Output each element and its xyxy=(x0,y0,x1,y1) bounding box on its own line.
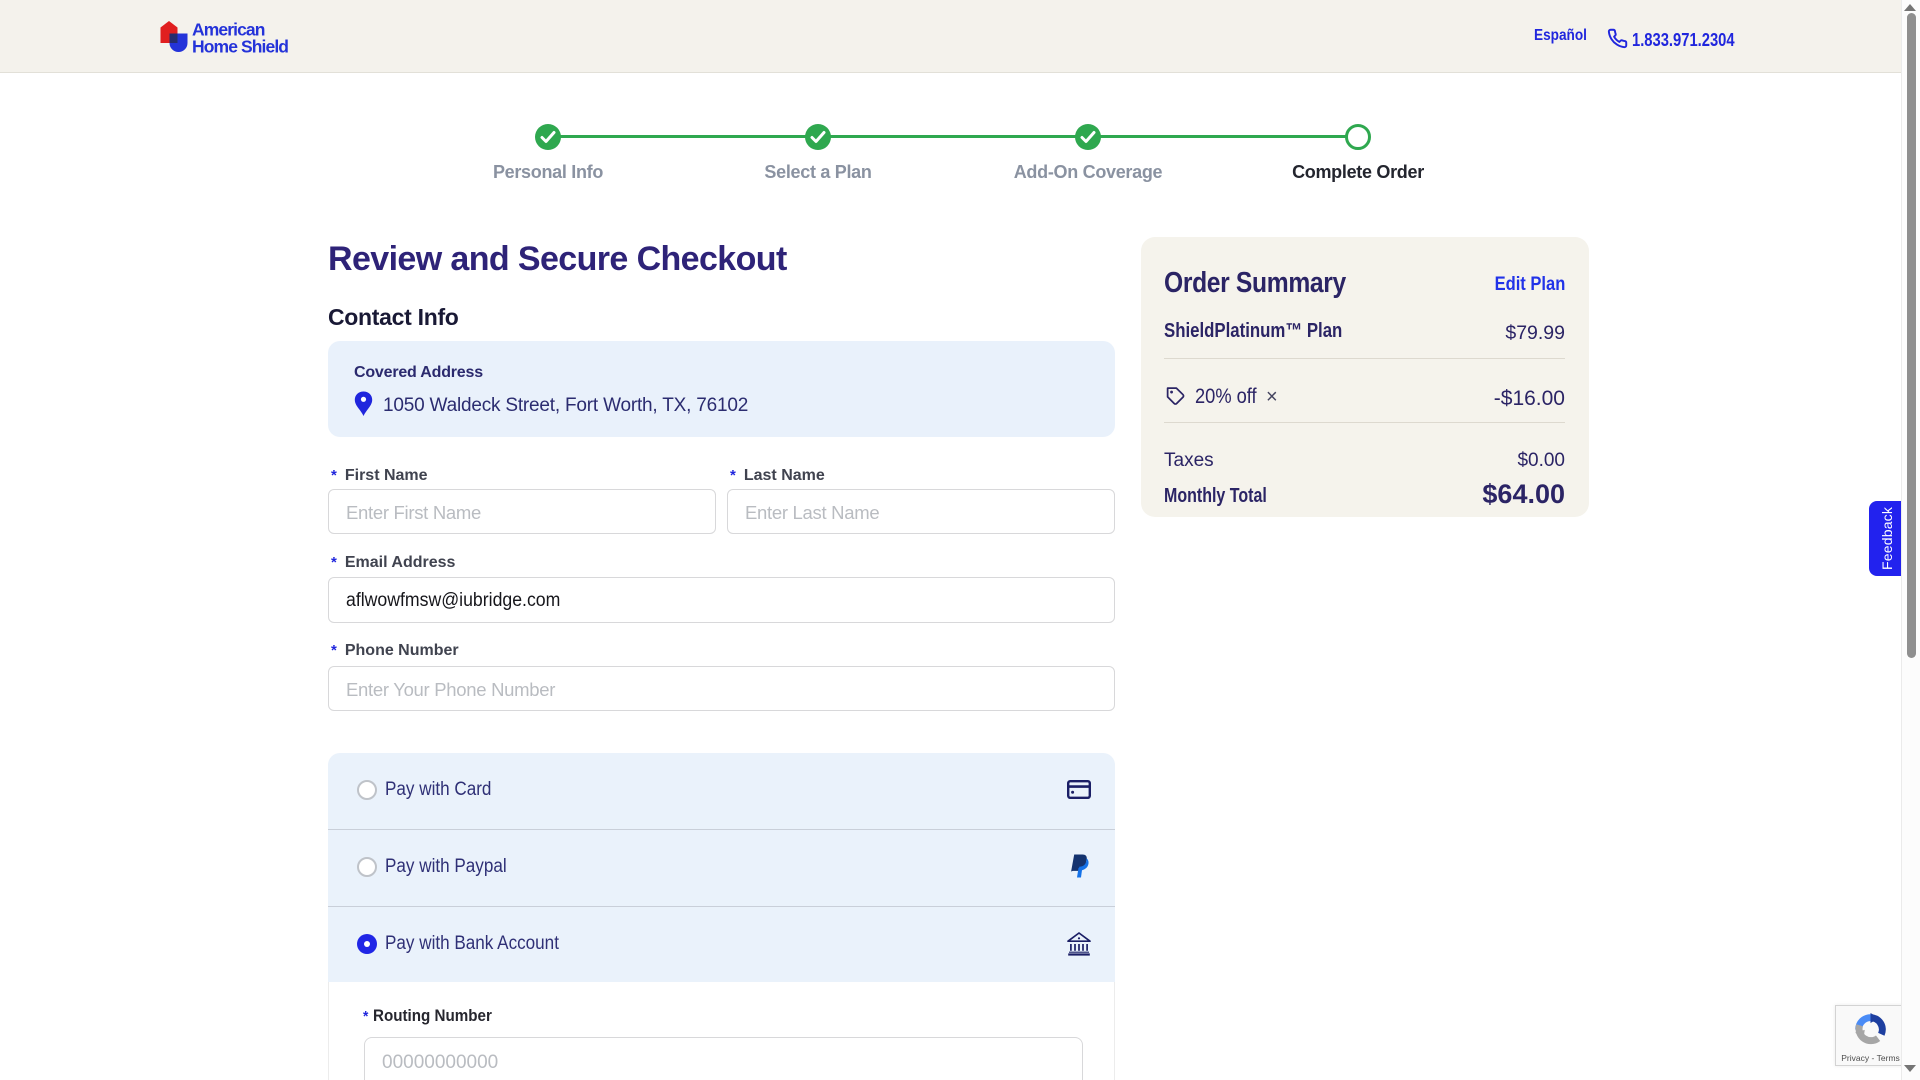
svg-text:Home Shield: Home Shield xyxy=(192,37,288,57)
